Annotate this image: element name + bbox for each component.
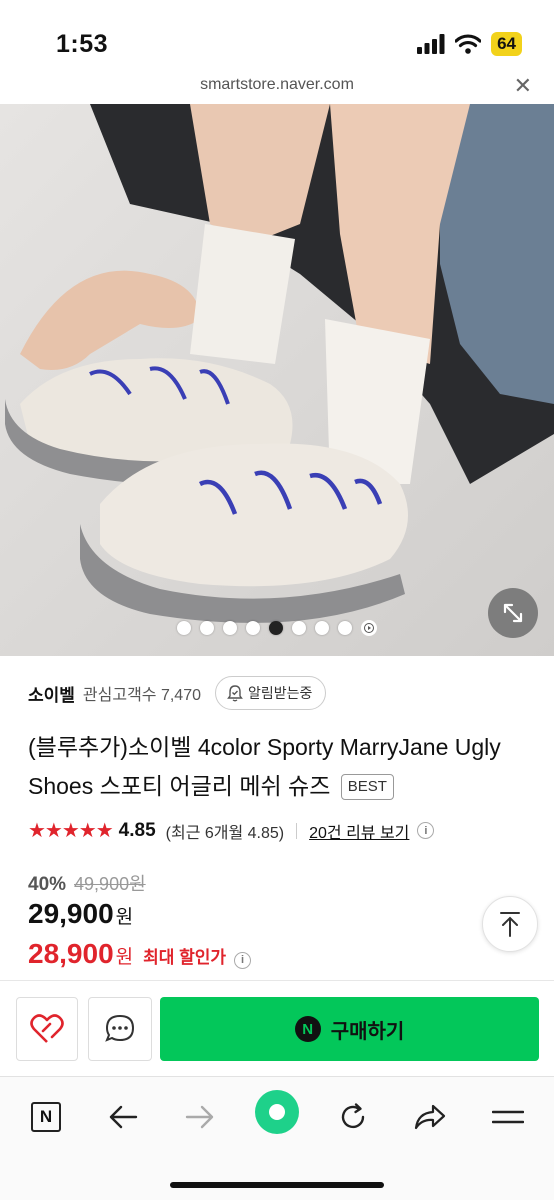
status-icons: 64 bbox=[417, 32, 522, 56]
review-link[interactable]: 20건 리뷰 보기 bbox=[309, 819, 409, 843]
store-name[interactable]: 소이벨 bbox=[28, 681, 75, 706]
url-domain[interactable]: smartstore.naver.com bbox=[0, 76, 554, 94]
buy-button[interactable]: N 구매하기 bbox=[160, 997, 539, 1061]
sale-price: 29,900 bbox=[28, 898, 114, 929]
sale-price-row: 29,900 원 bbox=[28, 898, 133, 930]
expand-button[interactable] bbox=[488, 588, 538, 638]
refresh-icon bbox=[341, 1103, 365, 1129]
best-badge: BEST bbox=[340, 774, 394, 800]
arrow-left-icon bbox=[109, 1105, 138, 1129]
notify-label: 알림받는중 bbox=[248, 685, 313, 701]
battery-indicator: 64 bbox=[491, 32, 522, 56]
expand-icon bbox=[503, 603, 523, 623]
status-time: 1:53 bbox=[56, 30, 109, 58]
store-row: 소이벨 관심고객수 7,470 알림받는중 bbox=[28, 676, 327, 710]
arrow-right-icon bbox=[185, 1105, 214, 1129]
discount-row: 40% 49,900원 bbox=[28, 870, 146, 896]
pagination-dot[interactable] bbox=[292, 621, 306, 635]
share-icon bbox=[414, 1104, 446, 1130]
pagination-dot[interactable] bbox=[223, 621, 237, 635]
menu-button[interactable] bbox=[486, 1095, 530, 1139]
pagination-dot[interactable] bbox=[246, 621, 260, 635]
close-icon[interactable]: ✕ bbox=[514, 74, 532, 98]
scroll-top-button[interactable] bbox=[482, 896, 538, 952]
pagination-dot[interactable] bbox=[315, 621, 329, 635]
buy-label: 구매하기 bbox=[330, 1020, 405, 1043]
max-discount-label: 최대 할인가 bbox=[143, 948, 227, 967]
max-discount-row: 28,900 원 최대 할인가 i bbox=[28, 938, 252, 970]
chat-button[interactable] bbox=[88, 997, 152, 1061]
chat-icon bbox=[105, 1014, 135, 1042]
product-title: (블루추가)소이벨 4color Sporty MarryJane Ugly S… bbox=[28, 728, 538, 806]
notify-button[interactable]: 알림받는중 bbox=[215, 676, 327, 710]
info-icon[interactable]: i bbox=[417, 822, 435, 839]
url-bar[interactable]: smartstore.naver.com ✕ bbox=[0, 74, 554, 104]
signal-icon bbox=[417, 34, 445, 54]
product-image[interactable] bbox=[0, 104, 554, 656]
heart-icon bbox=[30, 1014, 64, 1043]
share-button[interactable] bbox=[408, 1095, 452, 1139]
rating-stars: ★★★★★ bbox=[28, 820, 114, 842]
max-discount-unit: 원 bbox=[115, 947, 134, 968]
pagination-dot-active[interactable] bbox=[269, 621, 283, 635]
rating-recent: (최근 6개월 4.85) bbox=[165, 824, 285, 842]
discount-rate: 40% bbox=[28, 874, 67, 895]
like-button[interactable] bbox=[16, 997, 78, 1061]
home-indicator bbox=[170, 1182, 384, 1188]
store-followers: 관심고객수 7,470 bbox=[82, 687, 202, 704]
pagination-dot[interactable] bbox=[200, 621, 214, 635]
wifi-icon bbox=[455, 34, 482, 54]
naver-n-icon: N bbox=[31, 1102, 61, 1132]
naver-home-button[interactable]: N bbox=[24, 1095, 68, 1139]
green-dot-button[interactable] bbox=[254, 1089, 300, 1135]
divider bbox=[296, 822, 298, 839]
rating-row: ★★★★★ 4.85 (최근 6개월 4.85) 20건 리뷰 보기 i bbox=[28, 818, 435, 843]
product-title-text: (블루추가)소이벨 4color Sporty MarryJane Ugly S… bbox=[28, 734, 501, 799]
bell-check-icon bbox=[227, 685, 243, 702]
forward-button[interactable] bbox=[178, 1095, 222, 1139]
product-photo bbox=[0, 104, 554, 656]
image-pagination[interactable] bbox=[0, 620, 554, 636]
arrow-up-icon bbox=[500, 912, 520, 937]
max-discount-price: 28,900 bbox=[28, 938, 114, 969]
menu-icon bbox=[492, 1110, 524, 1124]
pagination-dot[interactable] bbox=[338, 621, 352, 635]
play-icon[interactable] bbox=[361, 620, 377, 636]
sale-price-unit: 원 bbox=[115, 907, 134, 928]
green-dot-icon bbox=[255, 1090, 299, 1134]
info-icon[interactable]: i bbox=[234, 951, 252, 969]
purchase-action-bar: N 구매하기 bbox=[0, 980, 554, 1076]
naverpay-icon: N bbox=[294, 1016, 321, 1042]
back-button[interactable] bbox=[101, 1095, 145, 1139]
pagination-dot[interactable] bbox=[177, 621, 191, 635]
refresh-button[interactable] bbox=[331, 1095, 375, 1139]
rating-value: 4.85 bbox=[118, 819, 156, 841]
status-bar: 1:53 64 bbox=[0, 0, 554, 74]
original-price: 49,900원 bbox=[74, 874, 146, 894]
